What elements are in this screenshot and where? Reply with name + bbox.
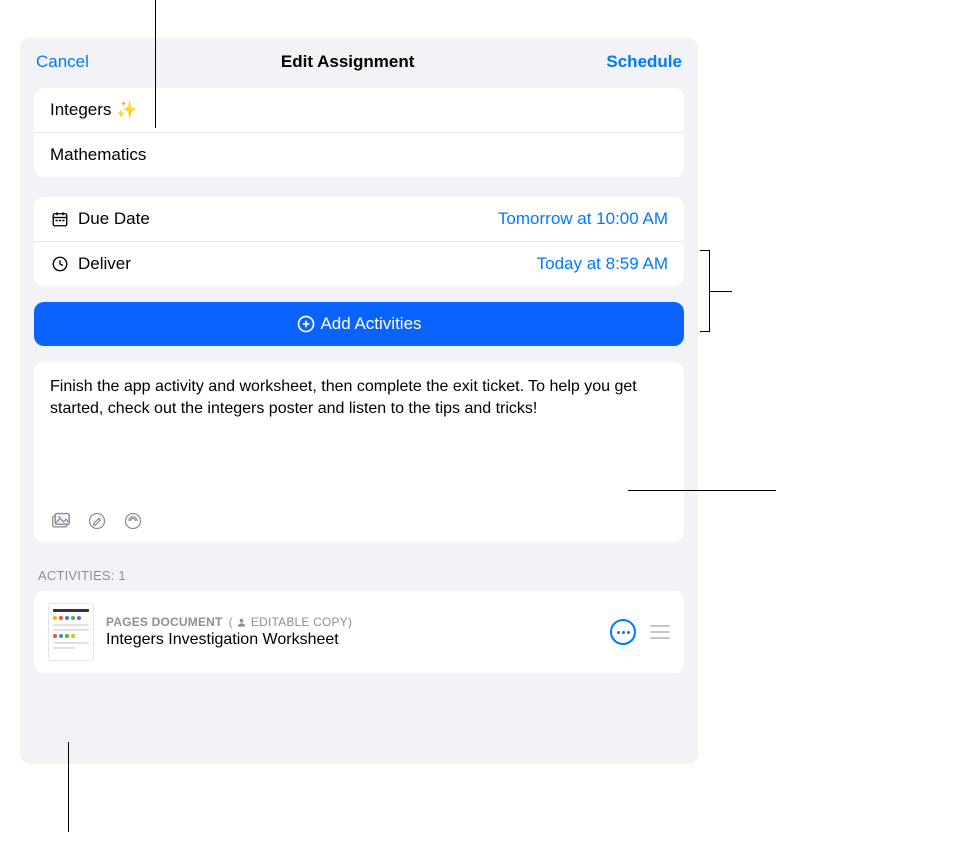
callout-line: [155, 0, 156, 128]
header-bar: Cancel Edit Assignment Schedule: [20, 38, 698, 82]
schedule-card: Due Date Tomorrow at 10:00 AM Deliver To…: [34, 197, 684, 286]
callout-line: [628, 490, 776, 491]
activity-copy-label: EDITABLE COPY: [251, 615, 348, 629]
activity-title: Integers Investigation Worksheet: [106, 631, 598, 649]
activities-section-label: ACTIVITIES: 1: [38, 568, 680, 583]
attachment-toolbar: [50, 500, 668, 532]
activity-type-label: PAGES DOCUMENT: [106, 615, 223, 629]
photo-icon[interactable]: [50, 510, 72, 532]
calendar-icon: [50, 209, 70, 229]
edit-assignment-panel: Cancel Edit Assignment Schedule Integers…: [20, 38, 698, 764]
more-icon: [617, 631, 630, 634]
deliver-label: Deliver: [78, 254, 131, 274]
activity-row[interactable]: PAGES DOCUMENT ( EDITABLE COPY) Integers…: [34, 591, 684, 673]
cancel-button[interactable]: Cancel: [36, 52, 89, 72]
drag-handle-icon[interactable]: [650, 625, 670, 639]
add-activities-label: Add Activities: [320, 314, 421, 334]
callout-bracket: [700, 250, 710, 332]
person-icon: [236, 617, 247, 628]
instructions-text: Finish the app activity and worksheet, t…: [50, 376, 668, 500]
due-date-row[interactable]: Due Date Tomorrow at 10:00 AM: [34, 197, 684, 242]
deliver-row[interactable]: Deliver Today at 8:59 AM: [34, 242, 684, 286]
assignment-title-text: Integers ✨: [50, 100, 137, 120]
due-date-value: Tomorrow at 10:00 AM: [498, 209, 668, 229]
schedule-button[interactable]: Schedule: [606, 52, 682, 72]
plus-circle-icon: [296, 314, 316, 334]
class-name-text: Mathematics: [50, 145, 146, 165]
instructions-card[interactable]: Finish the app activity and worksheet, t…: [34, 362, 684, 542]
audio-icon[interactable]: [122, 510, 144, 532]
activity-info: PAGES DOCUMENT ( EDITABLE COPY) Integers…: [106, 615, 598, 649]
callout-line: [710, 291, 732, 292]
callout-line: [68, 742, 69, 832]
deliver-value: Today at 8:59 AM: [537, 254, 668, 274]
add-activities-button[interactable]: Add Activities: [34, 302, 684, 346]
clock-icon: [50, 254, 70, 274]
draw-icon[interactable]: [86, 510, 108, 532]
page-title: Edit Assignment: [281, 52, 415, 72]
activity-actions: [610, 619, 670, 645]
title-card: Integers ✨ Mathematics: [34, 88, 684, 177]
assignment-title-field[interactable]: Integers ✨: [34, 88, 684, 133]
activity-more-button[interactable]: [610, 619, 636, 645]
activity-thumbnail: [48, 603, 94, 661]
class-field[interactable]: Mathematics: [34, 133, 684, 177]
due-date-label: Due Date: [78, 209, 150, 229]
